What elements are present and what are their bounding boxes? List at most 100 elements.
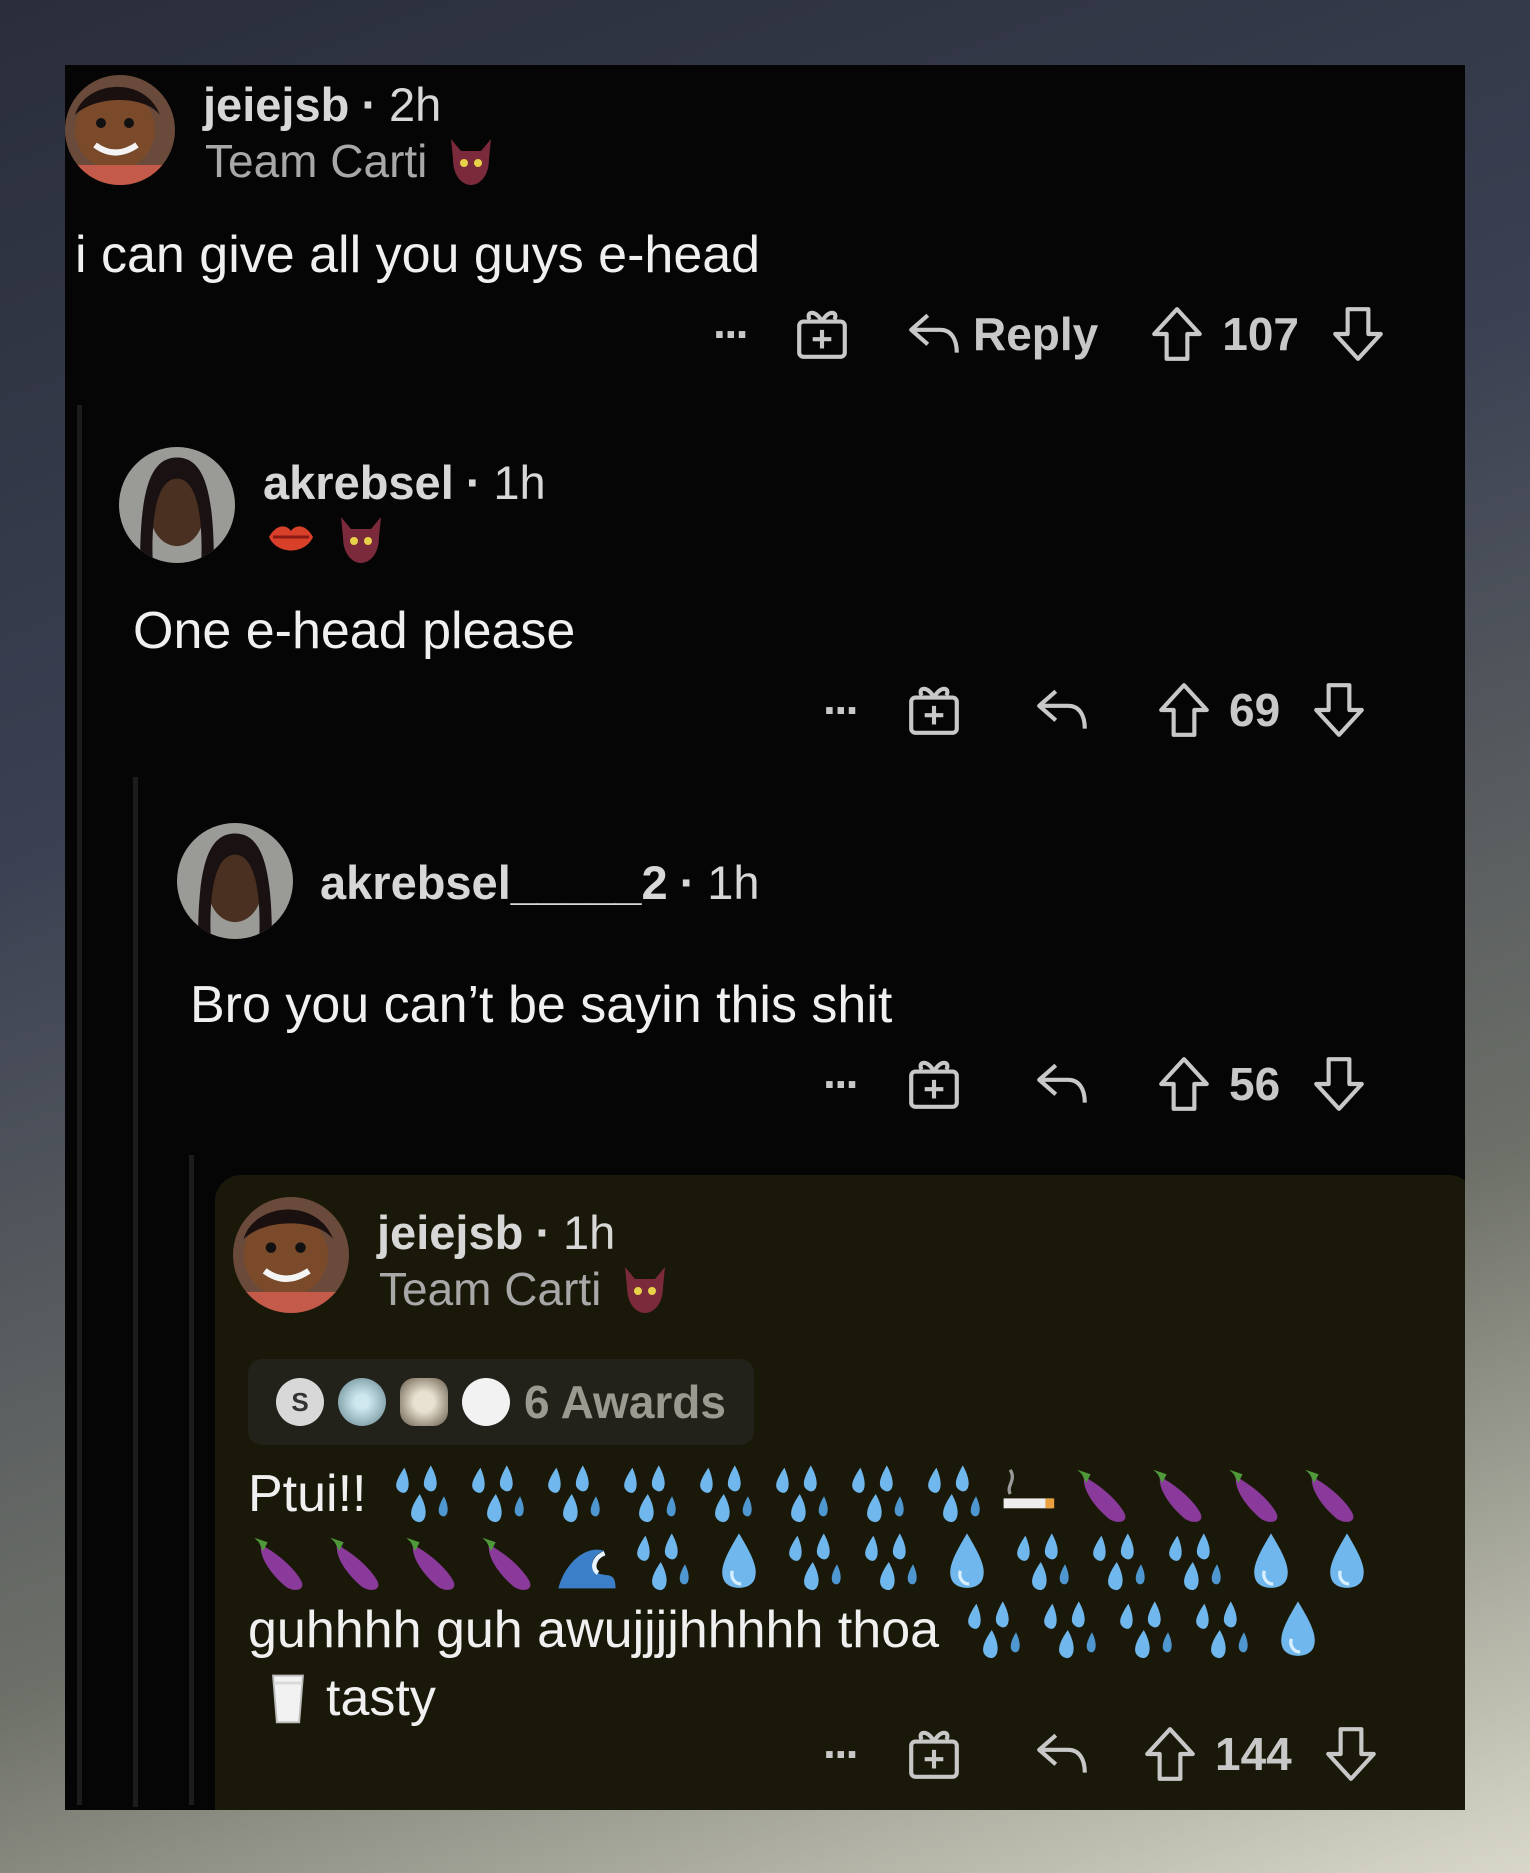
downvote-icon xyxy=(1329,305,1387,363)
username[interactable]: jeiejsb xyxy=(203,78,349,131)
flair-text: Team Carti xyxy=(205,135,428,187)
devil-icon xyxy=(625,1267,666,1313)
comment-actions: ··· 69 xyxy=(795,681,1368,739)
sweat-droplets-icon xyxy=(615,1461,685,1527)
separator: · xyxy=(465,456,482,509)
reply-button[interactable]: Reply xyxy=(905,305,1098,363)
more-icon: ··· xyxy=(823,684,861,736)
avatar-image xyxy=(65,75,175,185)
separator: · xyxy=(679,856,696,909)
reply-button[interactable] xyxy=(1033,1725,1091,1783)
more-button[interactable]: ··· xyxy=(795,1057,885,1111)
comment-header: jeiejsb · 1h xyxy=(377,1205,615,1260)
eggplant-icon xyxy=(248,1529,318,1595)
upvote-button[interactable] xyxy=(1148,305,1206,363)
eggplant-icon xyxy=(324,1529,394,1595)
sweat-droplets-icon xyxy=(1035,1597,1105,1663)
user-flair: Team Carti xyxy=(205,133,497,189)
eggplant-icon xyxy=(1071,1461,1141,1527)
thread-line[interactable] xyxy=(189,1155,194,1805)
body-text: guhhhh guh awujjjjhhhhh thoa xyxy=(248,1601,940,1659)
reply-label: Reply xyxy=(973,308,1099,360)
droplet-icon xyxy=(1236,1529,1306,1595)
comment-thread: jeiejsb · 2h Team Carti i can give all you… xyxy=(65,65,1465,1810)
droplet-icon xyxy=(1312,1529,1382,1595)
sweat-droplets-icon xyxy=(959,1597,1029,1663)
devil-icon xyxy=(341,517,381,563)
sweat-droplets-icon xyxy=(767,1461,837,1527)
upvote-button[interactable] xyxy=(1155,1055,1213,1113)
vote-count: 144 xyxy=(1215,1728,1292,1780)
droplet-icon xyxy=(1263,1597,1333,1663)
reply-button[interactable] xyxy=(1033,681,1091,739)
comment-body-line: guhhhh guh awujjjjhhhhh thoa xyxy=(248,1597,1333,1663)
more-button[interactable]: ··· xyxy=(685,307,775,361)
comment-body-line: Ptui!! xyxy=(248,1461,1369,1527)
comment-body: i can give all you guys e-head xyxy=(75,226,761,284)
sweat-droplets-icon xyxy=(1008,1529,1078,1595)
sweat-droplets-icon xyxy=(1160,1529,1230,1595)
award-button[interactable] xyxy=(793,305,851,363)
sweat-droplets-icon xyxy=(1187,1597,1257,1663)
thread-line[interactable] xyxy=(133,777,138,1807)
avatar[interactable] xyxy=(177,823,293,939)
downvote-button[interactable] xyxy=(1322,1725,1380,1783)
award-button[interactable] xyxy=(905,681,963,739)
timestamp: 1h xyxy=(562,1206,616,1259)
avatar[interactable] xyxy=(119,447,235,563)
kiss-icon xyxy=(269,526,313,551)
avatar-image xyxy=(177,823,293,939)
wave-icon xyxy=(552,1529,622,1595)
downvote-icon xyxy=(1310,681,1368,739)
award-icon xyxy=(905,1055,963,1113)
award-icon xyxy=(905,681,963,739)
award-icon xyxy=(905,1725,963,1783)
avatar[interactable] xyxy=(233,1197,349,1313)
more-icon: ··· xyxy=(823,1728,861,1780)
upvote-button[interactable] xyxy=(1155,681,1213,739)
reply-button[interactable] xyxy=(1033,1055,1091,1113)
sweat-droplets-icon xyxy=(539,1461,609,1527)
devil-icon xyxy=(451,139,492,185)
sweat-droplets-icon xyxy=(691,1461,761,1527)
timestamp: 1h xyxy=(493,456,546,509)
comment-body-line: tasty xyxy=(260,1665,436,1731)
user-flair xyxy=(265,511,387,567)
award-button[interactable] xyxy=(905,1725,963,1783)
vote-count: 56 xyxy=(1229,1058,1281,1110)
comment-header: akrebsel_____2 · 1h xyxy=(320,855,760,910)
separator: · xyxy=(535,1206,551,1259)
award-button[interactable] xyxy=(905,1055,963,1113)
downvote-icon xyxy=(1322,1725,1380,1783)
more-button[interactable]: ··· xyxy=(795,683,885,737)
upvote-button[interactable] xyxy=(1141,1725,1199,1783)
downvote-button[interactable] xyxy=(1310,681,1368,739)
milk-icon xyxy=(260,1665,316,1731)
downvote-button[interactable] xyxy=(1310,1055,1368,1113)
downvote-button[interactable] xyxy=(1329,305,1387,363)
avatar[interactable] xyxy=(65,75,175,185)
sweat-droplets-icon xyxy=(463,1461,533,1527)
username[interactable]: jeiejsb xyxy=(377,1206,523,1259)
upvote-icon xyxy=(1141,1725,1199,1783)
username[interactable]: akrebsel_____2 xyxy=(320,856,668,909)
reply-icon xyxy=(1033,1055,1091,1113)
flair-text: Team Carti xyxy=(379,1263,602,1315)
eggplant-icon xyxy=(1223,1461,1293,1527)
eggplant-icon xyxy=(400,1529,470,1595)
vote-count: 107 xyxy=(1222,308,1300,360)
droplet-icon xyxy=(704,1529,774,1595)
sweat-droplets-icon xyxy=(843,1461,913,1527)
comment-actions: ··· 144 xyxy=(795,1725,1380,1783)
separator: · xyxy=(361,78,377,131)
sweat-droplets-icon xyxy=(628,1529,698,1595)
more-button[interactable]: ··· xyxy=(795,1727,885,1781)
sweat-droplets-icon xyxy=(856,1529,926,1595)
username[interactable]: akrebsel xyxy=(263,456,454,509)
more-icon: ··· xyxy=(713,308,751,360)
comment-header: jeiejsb · 2h xyxy=(203,77,441,132)
body-text: Ptui!! xyxy=(248,1465,367,1523)
thread-line[interactable] xyxy=(77,405,82,1805)
sweat-droplets-icon xyxy=(1084,1529,1154,1595)
awards-bar[interactable]: S 6 Awards xyxy=(248,1359,754,1445)
